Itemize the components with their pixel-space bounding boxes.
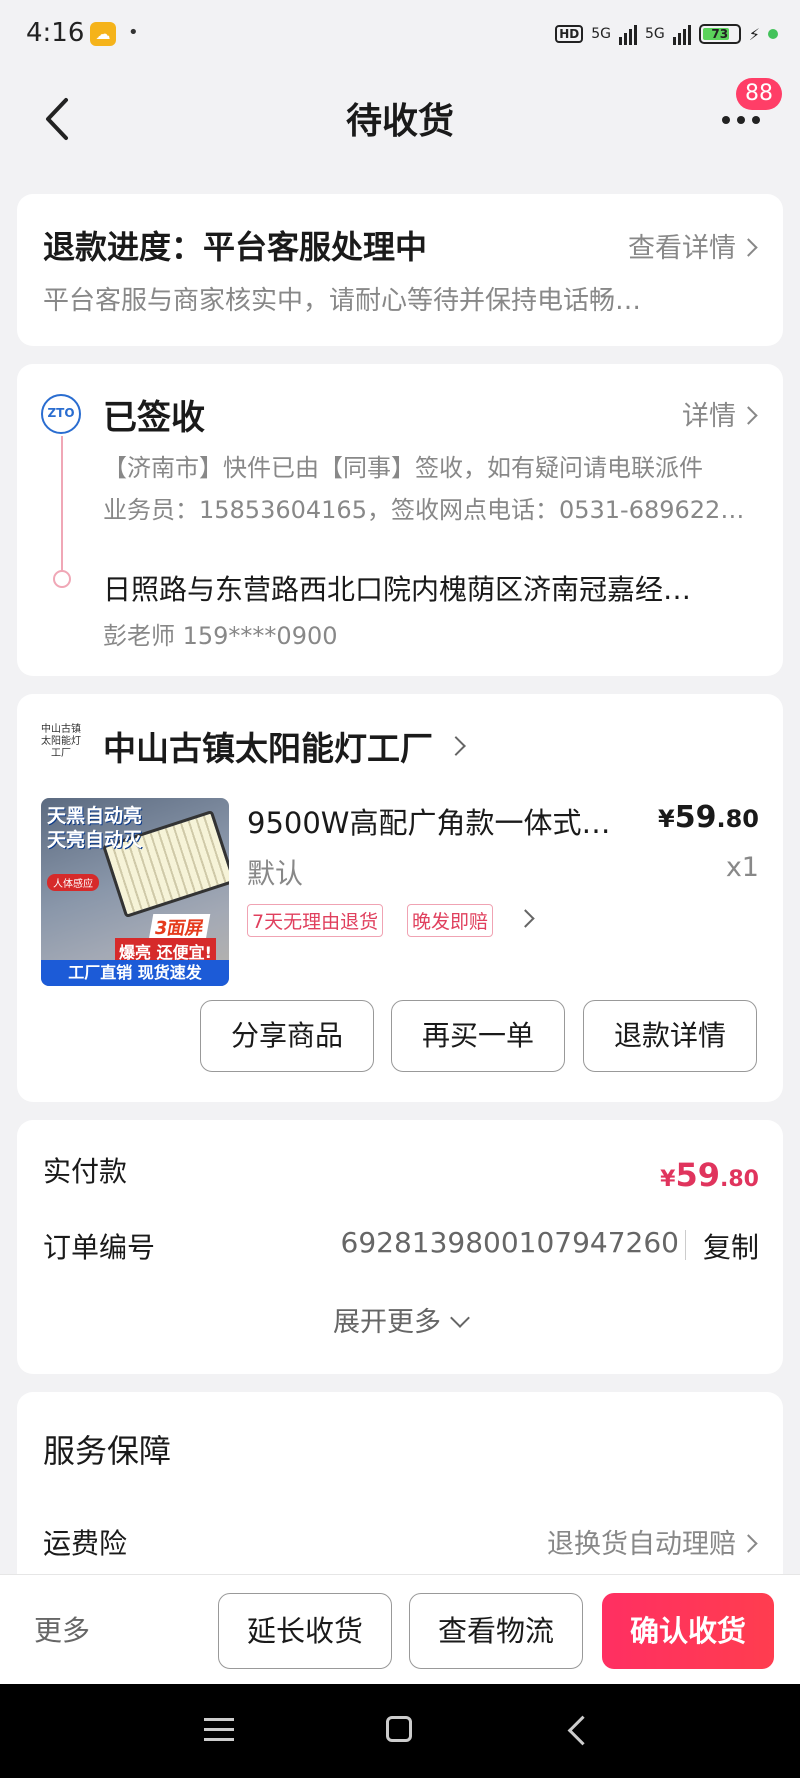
- order-number: 6928139800107947260: [340, 1226, 679, 1259]
- status-bar: 4:16 ☁ • HD 5G 5G 73 ⚡: [0, 0, 800, 70]
- refund-detail-link[interactable]: 查看详情: [628, 226, 758, 265]
- product-image-screen: 3面屏: [148, 914, 210, 940]
- page-title: 待收货: [345, 101, 454, 142]
- expand-more-button[interactable]: 展开更多: [17, 1300, 783, 1339]
- view-logistics-button[interactable]: 查看物流: [409, 1593, 583, 1669]
- chevron-right-icon: [739, 406, 758, 425]
- home-icon[interactable]: [386, 1716, 412, 1742]
- product-price: ¥59.80: [658, 800, 759, 835]
- chevron-right-icon: [739, 238, 758, 257]
- network-5g-label-1: 5G: [591, 26, 611, 42]
- recent-apps-icon[interactable]: [204, 1718, 234, 1742]
- service-tag-late-delivery: 晚发即赔: [407, 904, 494, 937]
- shop-logo: 中山古镇太阳能灯工厂: [41, 724, 81, 759]
- notification-dot-icon: •: [128, 22, 139, 43]
- signal-icon-2: [672, 23, 691, 45]
- battery-level: 73: [711, 27, 729, 41]
- hd-icon: HD: [555, 25, 584, 43]
- divider: [685, 1230, 686, 1260]
- shop-name: 中山古镇太阳能灯工厂: [103, 729, 433, 768]
- network-5g-label-2: 5G: [645, 26, 665, 42]
- recipient-contact: 彭老师 159****0900: [103, 622, 338, 650]
- shipping-insurance-link[interactable]: 退换货自动理赔: [547, 1522, 758, 1561]
- battery-icon: 73: [698, 24, 741, 44]
- bottom-action-bar: 更多 延长收货 查看物流 确认收货: [0, 1574, 800, 1685]
- paid-integer: 59: [675, 1156, 721, 1194]
- paid-decimal: .80: [720, 1167, 759, 1192]
- refund-description: 平台客服与商家核实中，请耐心等待并保持电话畅…: [43, 286, 642, 316]
- cloud-app-icon: ☁: [90, 22, 116, 46]
- message-badge: 88: [736, 78, 782, 110]
- more-button[interactable]: 更多: [34, 1609, 90, 1649]
- logistics-detail-line-1: 【济南市】快件已由【同事】签收，如有疑问请电联派件: [103, 454, 703, 482]
- product-image-headline: 天黑自动亮 天亮自动灭: [47, 805, 143, 851]
- refund-title: 退款进度：平台客服处理中: [43, 228, 428, 266]
- shipping-insurance-value: 退换货自动理赔: [547, 1529, 736, 1560]
- product-card: 中山古镇太阳能灯工厂 中山古镇太阳能灯工厂 天黑自动亮 天亮自动灭 人体感应 3…: [17, 694, 783, 1102]
- chevron-right-icon: [446, 736, 466, 756]
- refund-detail-label: 查看详情: [628, 233, 736, 264]
- logistics-status: 已签收: [103, 398, 205, 438]
- status-time: 4:16: [26, 18, 85, 48]
- chevron-right-icon: [739, 1534, 758, 1553]
- product-image[interactable]: 天黑自动亮 天亮自动灭 人体感应 3面屏 爆亮 还便宜! 工厂直销 现货速发: [41, 798, 229, 986]
- paid-amount: ¥59.80: [660, 1156, 759, 1194]
- service-tag-7day-return: 7天无理由退货: [247, 904, 384, 937]
- price-currency: ¥: [658, 805, 675, 833]
- logistics-detail-link[interactable]: 详情: [682, 394, 758, 433]
- product-variant: 默认: [247, 857, 304, 890]
- chevron-down-icon: [450, 1308, 470, 1328]
- rebuy-button[interactable]: 再买一单: [391, 1000, 565, 1072]
- zto-logo-icon: ZTO: [41, 394, 81, 434]
- tags-chevron-right-icon[interactable]: [516, 909, 535, 928]
- refund-detail-button[interactable]: 退款详情: [583, 1000, 757, 1072]
- logistics-detail-label: 详情: [682, 401, 736, 432]
- timeline-dot: [53, 570, 71, 588]
- share-product-button[interactable]: 分享商品: [200, 1000, 374, 1072]
- confirm-receipt-button[interactable]: 确认收货: [602, 1593, 774, 1669]
- product-image-tag: 人体感应: [47, 874, 99, 891]
- status-icons: HD 5G 5G 73 ⚡: [555, 20, 778, 48]
- copy-order-button[interactable]: 复制: [703, 1226, 759, 1266]
- price-decimal: .80: [716, 805, 759, 833]
- paid-label: 实付款: [43, 1155, 128, 1188]
- charging-icon: ⚡: [748, 24, 760, 44]
- expand-more-label: 展开更多: [333, 1307, 441, 1338]
- shipping-insurance-label: 运费险: [43, 1527, 128, 1560]
- signal-icon: [619, 23, 637, 45]
- extend-receipt-button[interactable]: 延长收货: [218, 1593, 392, 1669]
- shop-link[interactable]: 中山古镇太阳能灯工厂: [103, 722, 466, 770]
- service-title: 服务保障: [43, 1432, 172, 1470]
- timeline-line: [61, 436, 63, 576]
- price-integer: 59: [674, 800, 717, 835]
- order-number-label: 订单编号: [43, 1231, 156, 1264]
- product-image-bottom-banner: 工厂直销 现货速发: [41, 960, 229, 986]
- privacy-indicator-icon: [768, 29, 778, 39]
- product-quantity: x1: [725, 852, 759, 883]
- refund-progress-card[interactable]: 退款进度：平台客服处理中 查看详情 平台客服与商家核实中，请耐心等待并保持电话畅…: [17, 194, 783, 346]
- paid-currency: ¥: [660, 1167, 676, 1192]
- logistics-card[interactable]: ZTO 已签收 详情 【济南市】快件已由【同事】签收，如有疑问请电联派件 业务员…: [17, 364, 783, 676]
- logistics-detail-line-2: 业务员：15853604165，签收网点电话：0531-689622…: [103, 496, 745, 524]
- payment-card: 实付款 ¥59.80 订单编号 6928139800107947260 复制 展…: [17, 1120, 783, 1374]
- product-title[interactable]: 9500W高配广角款一体式…: [247, 800, 617, 842]
- delivery-address: 日照路与东营路西北口院内槐荫区济南冠嘉经…: [103, 573, 692, 606]
